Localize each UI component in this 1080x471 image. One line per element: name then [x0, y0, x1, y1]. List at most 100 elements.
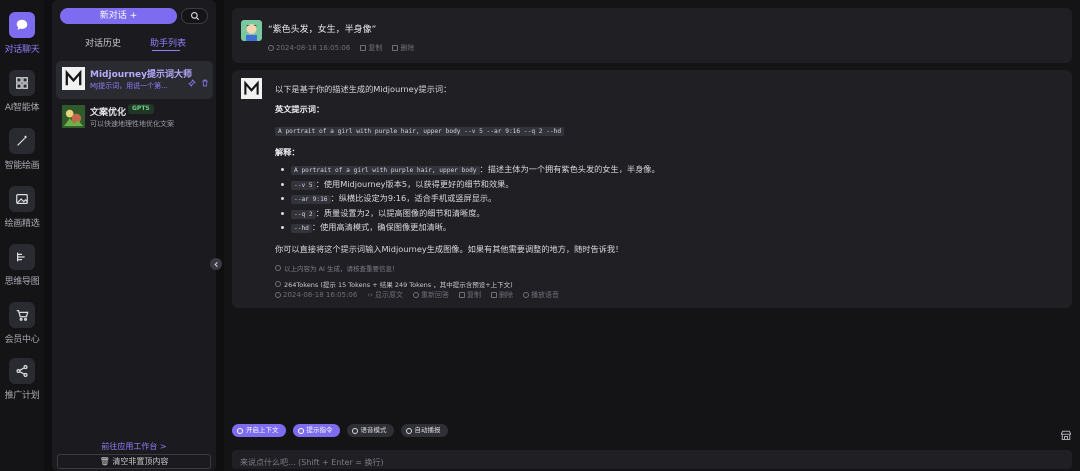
refresh-icon	[412, 292, 419, 298]
assistant-desc: 可以快速地理性地优化文案	[90, 120, 174, 128]
list-item: --hd ：使用高清模式，确保图像更加清晰。	[275, 221, 1055, 236]
rail-item-promotion[interactable]: 推广计划	[0, 358, 44, 408]
delete-button[interactable]: 删除	[392, 43, 414, 53]
copywriting-avatar	[62, 105, 85, 128]
active-tab-indicator	[152, 50, 180, 51]
copy-icon	[360, 45, 367, 51]
user-message-text: “紫色头发，女生，半身像”	[268, 25, 377, 35]
clock-icon	[275, 292, 281, 298]
user-avatar	[241, 20, 262, 41]
left-nav-rail: 对话聊天 AI智能体 智能绘画 绘画精选 思维导图 会员中心 推广计划	[0, 0, 44, 471]
copy-button[interactable]: 复制	[360, 43, 382, 53]
play-icon	[522, 292, 529, 298]
midjourney-logo-avatar	[241, 78, 262, 99]
user-message-meta: 2024-08-18 16:05:06 复制 删除	[268, 43, 414, 53]
mindmap-icon	[9, 244, 35, 270]
auto-play-toggle[interactable]: 自动播报	[400, 424, 448, 437]
message-input-box	[232, 450, 1072, 471]
list-item: A portrait of a girl with purple hair, u…	[275, 163, 1055, 178]
speaker-icon	[405, 427, 412, 434]
assistant-name: Midjourney提示词大师	[90, 70, 192, 80]
rail-label: 推广计划	[4, 391, 40, 401]
prompt-command-toggle[interactable]: 提示指令	[292, 424, 340, 437]
search-button[interactable]	[181, 8, 208, 24]
rail-item-mindmap[interactable]: 思维导图	[0, 244, 44, 294]
mic-icon	[351, 427, 358, 434]
assistant-name: 文案优化	[90, 108, 127, 118]
rail-item-membership[interactable]: 会员中心	[0, 302, 44, 352]
tab-assistants[interactable]: 助手列表	[150, 36, 186, 49]
voice-mode-toggle[interactable]: 语音模式	[346, 424, 394, 437]
delete-button[interactable]: 删除	[490, 290, 513, 300]
gpts-badge: GPTS	[128, 104, 154, 114]
list-item: --v 5 ：使用Midjourney版本5，以获得更好的细节和效果。	[275, 178, 1055, 193]
clock-icon	[268, 45, 274, 51]
user-message: “紫色头发，女生，半身像” 2024-08-18 16:05:06 复制 删除	[232, 8, 1072, 63]
copy-icon	[458, 292, 465, 298]
token-icon	[275, 280, 281, 287]
prompt-code[interactable]: A portrait of a girl with purple hair, u…	[275, 127, 565, 136]
rail-item-chat[interactable]: 对话聊天	[0, 12, 44, 62]
assistant-item-copywriting[interactable]: 文案优化 GPTS 可以快速地理性地优化文案	[56, 99, 213, 137]
image-icon	[9, 186, 35, 212]
rail-item-agents[interactable]: AI智能体	[0, 70, 44, 120]
explanation-heading: 解释：	[275, 147, 300, 157]
assistant-panel: 新对话 + 对话历史 助手列表 Midjourney提示词大师 MJ提示词，用说…	[52, 0, 216, 471]
chat-options: 开启上下文 提示指令 语音模式 自动播报	[232, 424, 448, 437]
reply-meta: 2024-08-18 16:05:06 ‹› 显示原文 重新回答 复制 删除 播放…	[275, 290, 559, 300]
list-item: --ar 9:16 ：纵横比设定为9:16，适合手机或竖屏显示。	[275, 192, 1055, 207]
reply-intro: 以下是基于你的描述生成的Midjourney提示词：	[275, 84, 452, 94]
goto-workspace-link[interactable]: 前往应用工作台 >	[52, 441, 216, 452]
search-icon	[190, 12, 199, 21]
store-icon[interactable]	[1060, 426, 1072, 441]
midjourney-logo-avatar	[62, 67, 85, 90]
cart-icon	[9, 302, 35, 328]
share-icon	[9, 358, 35, 384]
rail-item-gallery[interactable]: 绘画精选	[0, 186, 44, 236]
rail-label: 智能绘画	[4, 161, 40, 171]
chat-area: “紫色头发，女生，半身像” 2024-08-18 16:05:06 复制 删除 …	[224, 0, 1080, 471]
assistant-item-midjourney[interactable]: Midjourney提示词大师 MJ提示词，用说一个第...	[56, 61, 213, 99]
english-prompt-heading: 英文提示词：	[275, 104, 325, 114]
rail-label: AI智能体	[4, 103, 40, 113]
trash-icon	[490, 292, 497, 298]
tab-history[interactable]: 对话历史	[85, 36, 121, 49]
regenerate-button[interactable]: 重新回答	[412, 290, 449, 300]
context-toggle[interactable]: 开启上下文	[232, 424, 286, 437]
trash-icon	[392, 45, 399, 51]
collapse-panel-button[interactable]	[210, 258, 222, 270]
timestamp: 2024-08-18 16:05:06	[268, 43, 350, 53]
rail-label: 对话聊天	[4, 45, 40, 55]
panel-tabs: 对话历史 助手列表	[52, 36, 216, 54]
show-original-button[interactable]: ‹› 显示原文	[367, 290, 403, 300]
clear-label: 清空非置顶内容	[112, 457, 169, 466]
reply-body: 以下是基于你的描述生成的Midjourney提示词： 英文提示词： A port…	[275, 83, 1055, 289]
rail-label: 会员中心	[4, 335, 40, 345]
message-input[interactable]	[232, 453, 1072, 471]
token-usage: 264Tokens (提示 15 Tokens + 结果 249 Tokens …	[275, 279, 1055, 289]
chevron-left-icon	[213, 261, 218, 267]
pin-icon[interactable]	[188, 72, 196, 87]
rail-label: 思维导图	[4, 277, 40, 287]
context-icon	[237, 427, 243, 434]
clear-unpinned-button[interactable]: 🗑 清空非置顶内容	[57, 454, 211, 469]
reply-closing: 你可以直接将这个提示词输入Midjourney生成图像。如果有其他需要调整的地方…	[275, 243, 624, 254]
explanation-list: A portrait of a girl with purple hair, u…	[275, 163, 1055, 236]
delete-icon[interactable]	[201, 72, 209, 87]
command-icon	[297, 427, 304, 434]
play-voice-button[interactable]: 播放语音	[522, 290, 559, 300]
ai-disclaimer: 以上内容为 AI 生成，请核查重要信息！	[275, 263, 1055, 273]
assistant-desc: MJ提示词，用说一个第...	[90, 82, 168, 90]
new-chat-button[interactable]: 新对话 +	[60, 8, 177, 24]
list-item: --q 2 ：质量设置为2，以提高图像的细节和清晰度。	[275, 207, 1055, 222]
copy-button[interactable]: 复制	[458, 290, 481, 300]
timestamp: 2024-08-18 16:05:06	[275, 290, 357, 300]
rail-label: 绘画精选	[4, 219, 40, 229]
magic-wand-icon	[9, 128, 35, 154]
assistant-reply: 以下是基于你的描述生成的Midjourney提示词： 英文提示词： A port…	[232, 70, 1072, 308]
code-icon: ‹›	[367, 291, 373, 299]
rail-item-painting[interactable]: 智能绘画	[0, 128, 44, 178]
grid-icon	[9, 70, 35, 96]
trash-icon: 🗑	[99, 457, 110, 466]
info-icon	[275, 264, 281, 271]
